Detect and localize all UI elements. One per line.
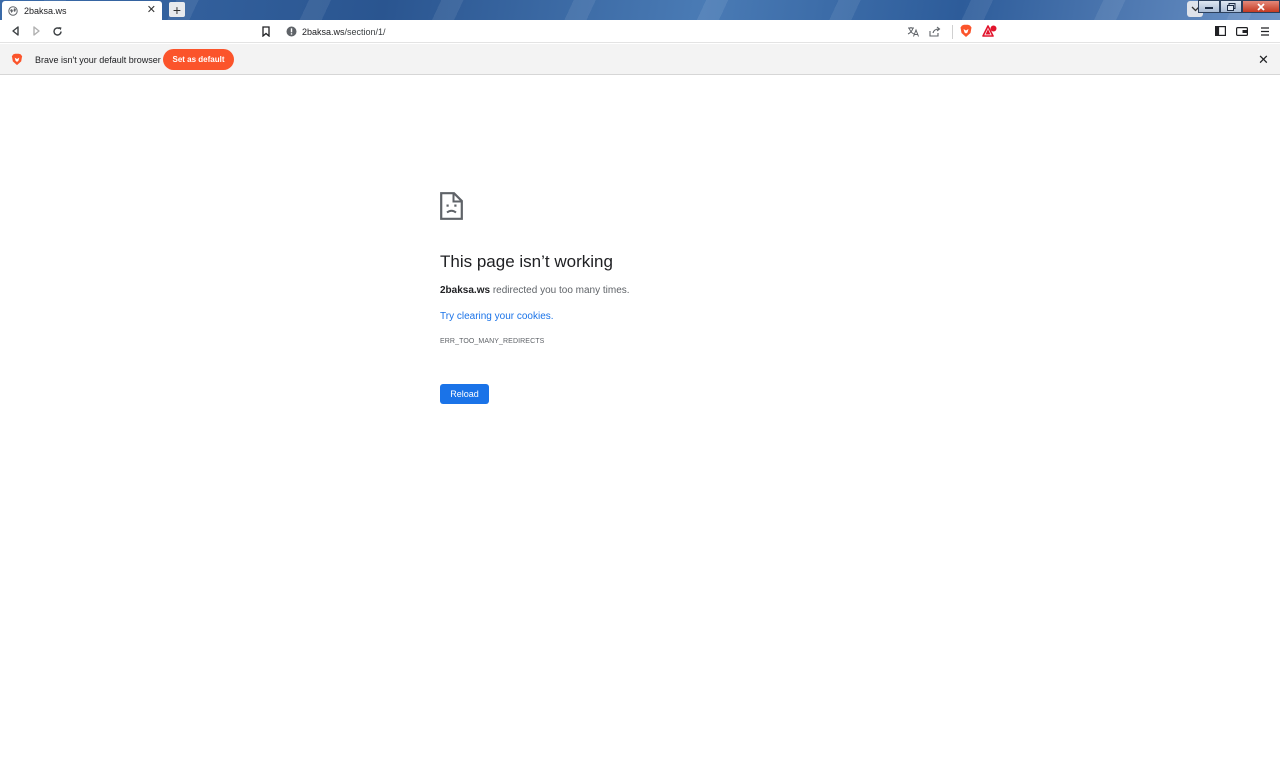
back-button[interactable] [9,25,21,37]
url-text[interactable]: 2baksa.ws/section/1/ [302,27,386,37]
set-as-default-button[interactable]: Set as default [163,49,234,70]
bookmark-icon [262,25,270,37]
translate-button[interactable] [907,25,919,37]
url-host: 2baksa.ws [302,27,345,37]
forward-arrow-icon [32,26,40,36]
restore-button[interactable] [1220,0,1242,13]
share-button[interactable] [929,25,941,37]
error-description: 2baksa.ws redirected you too many times. [440,285,630,296]
tab-close-icon[interactable]: ✕ [147,5,156,16]
toolbar: 2baksa.ws/section/1/ [0,20,1280,43]
brave-lion-icon [960,24,971,37]
minimize-button[interactable] [1198,0,1220,13]
clear-cookies-link[interactable]: Try clearing your cookies. [440,311,554,322]
brave-lion-icon [11,53,23,66]
address-bar[interactable]: 2baksa.ws/section/1/ [254,21,1004,42]
sidebar-icon [1214,26,1226,36]
close-icon [1257,2,1265,11]
tab-2baksa[interactable]: 2baksa.ws ✕ [2,1,162,20]
new-tab-button[interactable]: + [169,2,185,17]
error-code: ERR_TOO_MANY_REDIRECTS [440,338,545,345]
minimize-icon [1205,6,1213,9]
error-description-text: redirected you too many times. [490,285,630,296]
window-controls [1198,0,1280,13]
brave-rewards-button[interactable] [982,24,997,38]
site-info-button[interactable] [285,25,297,37]
toolbar-separator [952,25,953,39]
info-icon [286,26,296,36]
reload-icon [52,26,62,36]
globe-icon [8,5,18,16]
tab-title: 2baksa.ws [24,5,67,16]
brave-rewards-icon [982,24,997,37]
default-browser-infobar: Brave isn't your default browser Set as … [0,44,1280,75]
sidebar-button[interactable] [1214,25,1226,37]
forward-button[interactable] [30,25,42,37]
error-title: This page isn’t working [440,252,613,271]
main-menu-button[interactable] [1259,25,1271,37]
wallet-button[interactable] [1236,25,1248,37]
sad-document-icon [440,192,463,220]
reload-button[interactable] [51,25,63,37]
url-path: /section/1/ [344,27,386,37]
restore-icon [1226,2,1235,11]
infobar-message: Brave isn't your default browser [35,55,161,65]
share-icon [929,26,941,37]
back-arrow-icon [11,26,19,36]
error-host: 2baksa.ws [440,285,491,296]
close-window-button[interactable] [1242,0,1280,13]
brave-shields-button[interactable] [959,24,972,38]
bookmark-button[interactable] [260,25,272,37]
hamburger-menu-icon [1261,26,1269,36]
reload-button[interactable]: Reload [440,384,489,404]
title-bar: 2baksa.ws ✕ + [0,0,1280,20]
translate-icon [907,26,919,37]
wallet-icon [1236,27,1248,36]
infobar-close-icon[interactable]: ✕ [1258,53,1269,66]
